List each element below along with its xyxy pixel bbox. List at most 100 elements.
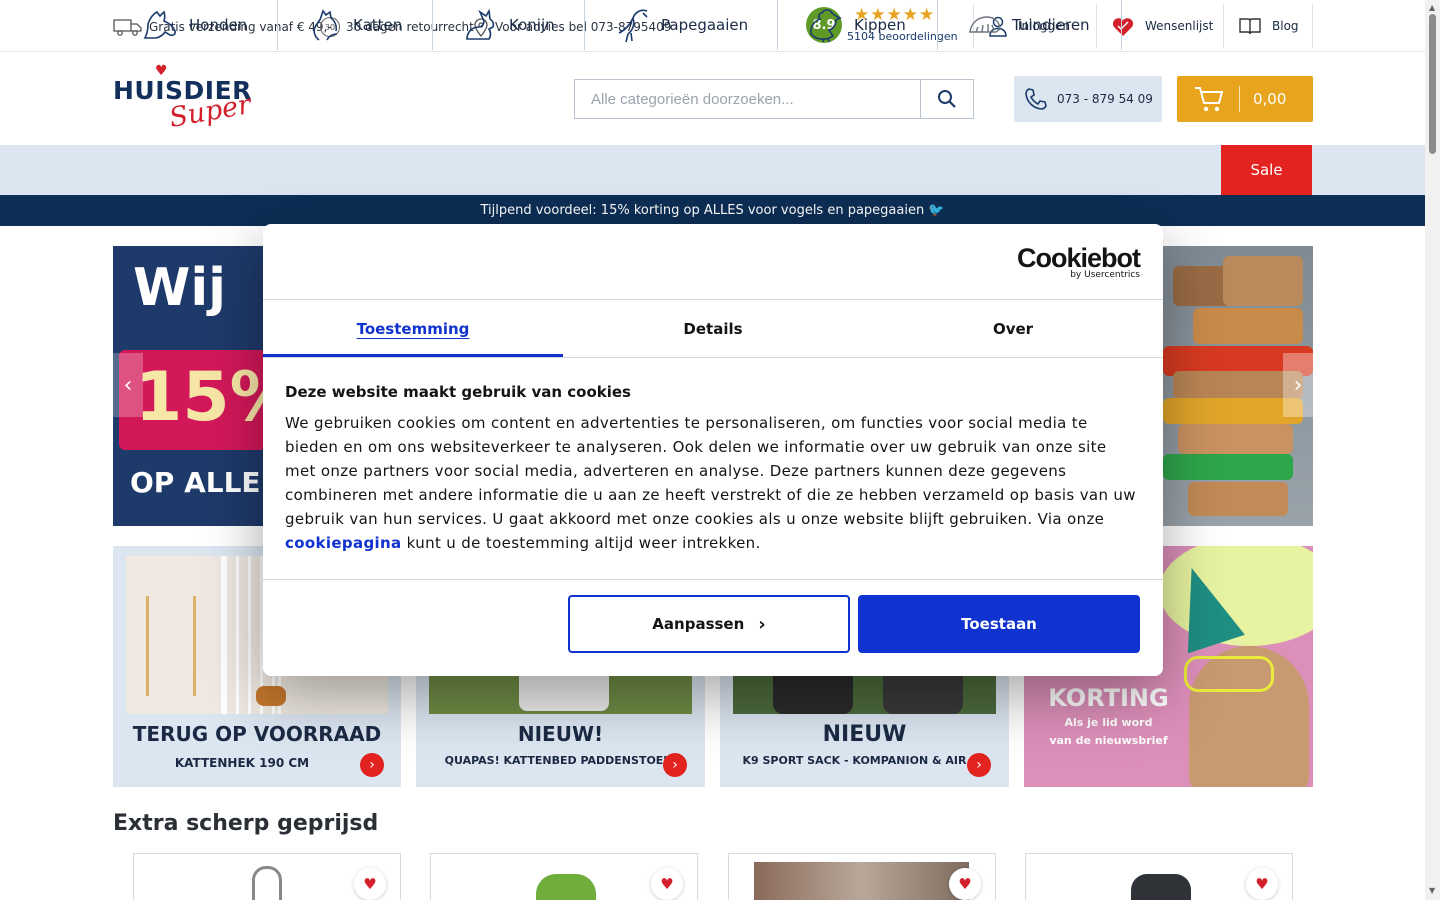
toy-block — [1163, 398, 1303, 424]
phone-number: 073 - 879 54 09 — [1057, 92, 1153, 106]
nav-item-honden[interactable]: Honden — [113, 0, 278, 50]
heart-icon: ♥ — [363, 875, 377, 893]
wishlist-heart-button[interactable]: ♥ — [651, 868, 683, 900]
section-title: Extra scherp geprijsd — [113, 811, 379, 836]
chevron-right-icon: › — [758, 613, 766, 635]
heart-icon: ♥ — [958, 875, 972, 893]
body-text: We gebruiken cookies om content en adver… — [285, 414, 1136, 528]
cart-button[interactable]: 0,00 — [1177, 76, 1313, 122]
product-card[interactable]: ♥ — [728, 853, 996, 900]
nav-label: Papegaaien — [661, 16, 749, 34]
tile-caption: NIEUW — [822, 722, 907, 747]
body-text-end: kunt u de toestemming altijd weer intrek… — [406, 534, 761, 552]
nav-label: Konijn — [509, 16, 555, 34]
product-card[interactable]: ♥ — [133, 853, 401, 900]
wishlist-heart-button[interactable]: ♥ — [949, 868, 981, 900]
wishlist-heart-button[interactable]: ♥ — [1246, 868, 1278, 900]
chevron-left-icon: ‹ — [123, 372, 133, 398]
topbar-divider — [1312, 4, 1313, 48]
product-card[interactable]: ♥ — [430, 853, 698, 900]
product-image — [536, 874, 596, 900]
tile-caption: NIEUW! — [517, 722, 604, 746]
dog-icon — [143, 10, 176, 39]
product-image — [252, 866, 282, 900]
customize-label: Aanpassen — [652, 615, 745, 633]
toy-block — [1188, 482, 1288, 516]
blog-link[interactable]: Blog — [1223, 4, 1312, 48]
tile-caption: KORTING — [1048, 684, 1169, 712]
promo-bar[interactable]: Tijlpend voordeel: 15% korting op ALLES … — [0, 195, 1425, 226]
nav-item-kippen[interactable]: Kippen — [778, 0, 938, 50]
main-nav — [0, 145, 1425, 195]
nav-item-katten[interactable]: Katten — [278, 0, 433, 50]
heart-icon: ♥ — [1255, 875, 1269, 893]
cookiepage-link[interactable]: cookiepagina — [285, 534, 402, 552]
product-image — [754, 862, 969, 900]
toy-block — [1178, 424, 1293, 454]
cookie-consent-dialog: Cookiebot by Usercentrics Toestemming De… — [263, 224, 1163, 676]
page-scrollbar[interactable]: ▲ ▼ — [1425, 0, 1440, 900]
allow-button[interactable]: Toestaan — [858, 595, 1140, 653]
cart-divider — [1239, 86, 1240, 112]
dialog-body: We gebruiken cookies om content en adver… — [285, 411, 1141, 555]
toy-block — [1163, 454, 1293, 480]
active-tab-indicator — [263, 354, 563, 357]
phone-icon — [1025, 88, 1047, 110]
product-image — [1131, 874, 1191, 900]
toy-block — [1193, 308, 1303, 344]
tile-subcaption: KATTENHEK 190 CM — [174, 756, 310, 770]
nav-label: Katten — [353, 16, 403, 34]
search-bar — [574, 79, 974, 119]
arrow-right-icon: › — [663, 753, 687, 777]
tile-caption: TERUG OP VOORRAAD — [132, 722, 382, 746]
hero-next-button[interactable]: › — [1283, 353, 1313, 417]
tab-toestemming[interactable]: Toestemming — [263, 300, 563, 357]
scroll-up-icon[interactable]: ▲ — [1429, 3, 1435, 12]
hero-prev-button[interactable]: ‹ — [113, 353, 143, 417]
search-input[interactable] — [575, 80, 921, 118]
wishlist-label: Wensenlijst — [1145, 19, 1214, 33]
site-logo[interactable]: ♥ HUISDIER Super — [113, 62, 253, 136]
page: Gratis verzending vanaf € 49,- 30 30 dag… — [0, 0, 1440, 900]
chicken-icon — [810, 9, 842, 43]
rabbit-icon — [466, 9, 495, 40]
cookiebot-brand: Cookiebot — [1017, 243, 1141, 273]
tab-details[interactable]: Details — [563, 300, 863, 357]
nav-item-sale[interactable]: Sale — [1221, 145, 1312, 195]
book-icon — [1239, 18, 1261, 35]
tab-over[interactable]: Over — [863, 300, 1163, 357]
nav-label: Kippen — [854, 16, 906, 34]
dialog-title: Deze website maakt gebruik van cookies — [285, 383, 631, 401]
nav-label: Honden — [189, 16, 248, 34]
dialog-footer-divider — [263, 579, 1163, 580]
nav-item-tuindieren[interactable]: Tuindieren — [938, 0, 1122, 50]
hero-percent: 15% — [135, 358, 265, 437]
tile-subcaption: Als je lid word — [1064, 716, 1153, 729]
cat-icon — [313, 9, 338, 41]
arrow-right-icon: › — [967, 753, 991, 777]
dialog-tabs-divider — [263, 357, 1163, 358]
tile-subcaption: QUAPAS! KATTENBED PADDENSTOEL — [444, 754, 671, 767]
arrow-right-icon: › — [360, 753, 384, 777]
hedgehog-icon — [969, 16, 1001, 33]
nav-label: Tuindieren — [1012, 16, 1090, 34]
tile-subcaption: K9 SPORT SACK - KOMPANION & AIR — [742, 754, 967, 767]
product-card[interactable]: ♥ — [1025, 853, 1293, 900]
hero-subline: OP ALLE V — [130, 466, 265, 499]
parrot-icon — [618, 9, 648, 43]
search-button[interactable] — [920, 80, 973, 118]
scroll-thumb[interactable] — [1429, 14, 1436, 154]
hero-heading: Wij — [133, 258, 227, 318]
cookiebot-logo: Cookiebot by Usercentrics — [1017, 243, 1141, 280]
scroll-down-icon[interactable]: ▼ — [1429, 886, 1435, 895]
wishlist-heart-button[interactable]: ♥ — [354, 868, 386, 900]
customize-button[interactable]: Aanpassen › — [568, 595, 850, 653]
search-icon — [938, 90, 956, 108]
heart-icon: ♥ — [660, 875, 674, 893]
toy-block — [1223, 256, 1303, 306]
nav-item-papegaaien[interactable]: Papegaaien — [585, 0, 778, 50]
nav-item-konijn[interactable]: Konijn — [433, 0, 585, 50]
phone-button[interactable]: 073 - 879 54 09 — [1014, 76, 1162, 122]
cart-icon — [1195, 87, 1224, 112]
chevron-right-icon: › — [1293, 372, 1303, 398]
